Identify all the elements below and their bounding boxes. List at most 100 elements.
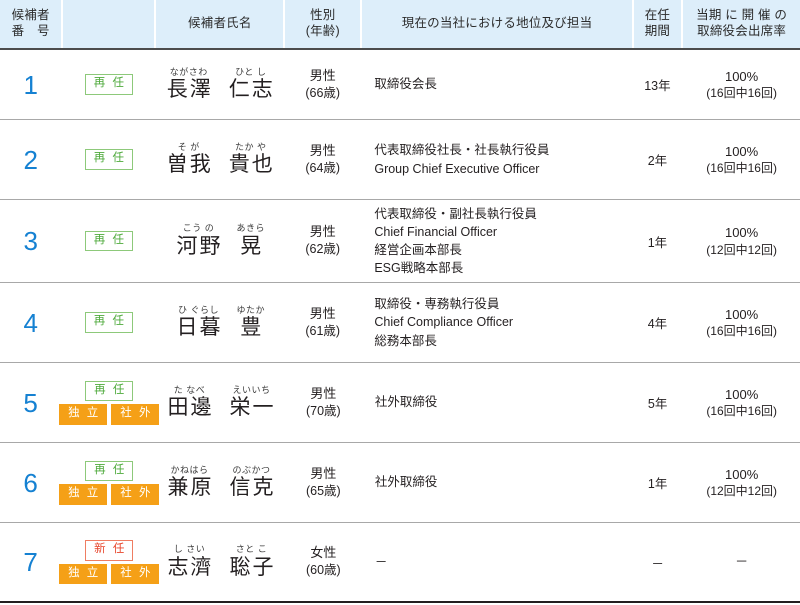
age-label: (65歳)	[305, 483, 341, 498]
column-header-term-line1: 在任	[644, 8, 671, 23]
table-row: 5再 任独 立社 外た なべ 田邊 えいいち 栄一 男性 (70歳) 社外取締役 5年 100%…	[0, 363, 800, 443]
status-badge-row: 再 任	[84, 312, 133, 333]
gender-age-cell: 男性 (65歳)	[286, 443, 361, 522]
column-header-attendance-line1: 当期 に 開 催 の	[696, 8, 788, 23]
candidate-name: こう の河野 あきら晃	[175, 223, 266, 258]
table-body: 1再 任ながさわ 長澤 ひと し仁志 男性 (66歳) 取締役会長 13年 100% (16回中…	[0, 50, 800, 603]
given-name-furigana: さと こ	[235, 544, 268, 554]
candidate-name-cell: し さい 志濟 さと こ聡子	[157, 523, 284, 601]
surname-kanji: 志濟	[167, 555, 214, 579]
surname: た なべ 田邊	[166, 384, 214, 420]
badge-reappointment: 再 任	[85, 380, 134, 401]
given-name: のぶかつ 信克	[228, 465, 276, 500]
status-badge-row: 再 任	[84, 230, 133, 252]
term-cell: －	[634, 523, 681, 601]
column-header-number: 候補者 番 号	[0, 0, 62, 48]
given-name: えいいち 栄一	[228, 384, 276, 420]
attendance-value: －	[735, 553, 748, 571]
gender-age-cell: 男性 (66歳)	[285, 50, 360, 119]
status-badge-row: 独 立社 外	[59, 404, 160, 425]
term-cell: 5年	[634, 363, 681, 442]
position-text: 社外取締役	[375, 473, 438, 491]
table-row: 7新 任独 立社 外し さい 志濟 さと こ聡子 女性 (60歳) －－－	[0, 523, 800, 603]
candidate-number: 4	[23, 307, 38, 338]
column-header-attendance: 当期 に 開 催 の 取締役会出席率	[683, 0, 800, 48]
position-cell: 代表取締役社長・社長執行役員 Group Chief Executive Offi…	[362, 120, 631, 199]
attendance-value: 100% (16回中16回)	[706, 143, 777, 177]
term-value: 1年	[647, 477, 668, 491]
candidate-name-cell: た なべ 田邊 えいいち 栄一	[157, 363, 284, 442]
status-badge-stack: 再 任	[84, 149, 133, 170]
given-name-kanji: 仁志	[228, 78, 275, 102]
attendance-cell: －	[683, 523, 800, 601]
given-name-kanji: 貴也	[228, 153, 275, 177]
position-cell: 代表取締役・副社長執行役員 Chief Financial Officer 経営企画…	[362, 200, 631, 282]
column-header-name-label: 候補者氏名	[188, 16, 252, 31]
surname: そ が曽我	[165, 142, 213, 177]
gender-age-cell: 女性 (60歳)	[286, 523, 361, 601]
surname: ひ ぐらし 日暮	[175, 305, 223, 340]
position-text: 取締役会長	[374, 75, 437, 93]
gender-age-cell: 男性 (70歳)	[286, 363, 361, 442]
attendance-cell: 100% (16回中16回)	[683, 283, 800, 362]
attendance-value: 100% (16回中16回)	[706, 68, 777, 102]
position-cell: －	[363, 523, 632, 601]
attendance-cell: 100% (16回中16回)	[683, 363, 800, 442]
badge-reappointment: 再 任	[85, 460, 134, 481]
given-name: あきら晃	[237, 223, 266, 258]
candidate-number: 6	[23, 467, 38, 498]
age-label: (60歳)	[305, 563, 341, 578]
candidate-number: 7	[23, 547, 38, 577]
attendance-detail: (12回中12回)	[706, 484, 778, 499]
term-value: －	[651, 556, 664, 571]
candidate-name-cell: ながさわ 長澤 ひと し仁志	[156, 50, 283, 119]
surname-furigana: かねはら	[170, 464, 209, 475]
table-header-row: 候補者 番 号 候補者氏名 性別 (年齢) 現在の当社における地位及び担当 在任…	[0, 0, 800, 50]
position-line: Chief Financial Officer	[374, 224, 498, 239]
gender-age-cell: 男性 (62歳)	[285, 200, 360, 282]
column-header-name: 候補者氏名	[156, 0, 284, 48]
surname-kanji: 兼原	[167, 476, 214, 500]
position-cell: 取締役会長	[362, 50, 631, 119]
given-name-furigana: えいいち	[232, 384, 271, 395]
status-badge-row: 独 立社 外	[59, 484, 160, 505]
candidate-name: そ が曽我 たか や貴也	[165, 142, 275, 177]
attendance-percent: 100%	[724, 143, 759, 159]
column-header-gender-line1: 性別	[310, 8, 336, 23]
status-badge-stack: 再 任独 立社 外	[59, 380, 160, 425]
status-badge-cell: 再 任	[63, 200, 154, 282]
candidate-number-cell: 6	[0, 443, 61, 522]
attendance-percent: 100%	[725, 466, 759, 482]
badge-reappointment: 再 任	[84, 312, 133, 333]
attendance-cell: 100% (16回中16回)	[683, 120, 800, 199]
surname-furigana: し さい	[173, 544, 206, 554]
term-value: 2年	[647, 154, 668, 168]
gender-label: 男性	[310, 465, 337, 481]
surname-kanji: 日暮	[176, 316, 223, 340]
gender-age: 男性 (61歳)	[305, 306, 340, 339]
attendance-percent: －	[735, 554, 749, 570]
term-cell: 1年	[634, 443, 681, 522]
candidate-name: し さい 志濟 さと こ聡子	[166, 544, 276, 579]
candidate-name: ひ ぐらし 日暮 ゆたか豊	[175, 305, 266, 340]
gender-age: 男性 (62歳)	[305, 224, 340, 257]
status-badge-row: 独 立社 外	[59, 563, 160, 584]
surname-furigana: た なべ	[173, 384, 206, 395]
column-header-number-line2: 番 号	[11, 24, 50, 38]
term-cell: 2年	[634, 120, 682, 199]
candidate-name-cell: かねはら 兼原 のぶかつ 信克	[157, 443, 284, 522]
term-cell: 1年	[634, 200, 682, 282]
status-badge-cell: 再 任独 立社 外	[59, 363, 160, 442]
position-line: －	[374, 554, 388, 569]
badge-reappointment: 再 任	[84, 74, 133, 95]
term-value: 13年	[644, 79, 671, 93]
badge-outside-director: 社 外	[111, 563, 160, 584]
given-name-kanji: 聡子	[229, 555, 276, 579]
candidate-number-cell: 5	[0, 363, 61, 442]
position-line: 社外取締役	[374, 475, 438, 490]
gender-age: 男性 (64歳)	[305, 143, 340, 176]
candidate-number: 2	[23, 144, 38, 175]
attendance-percent: 100%	[724, 68, 759, 84]
age-label: (62歳)	[305, 242, 341, 257]
table-row: 6 再 任独 立社 外かねはら 兼原 のぶかつ 信克 男性 (65歳) 社外取締役 1年 100%…	[0, 443, 800, 523]
